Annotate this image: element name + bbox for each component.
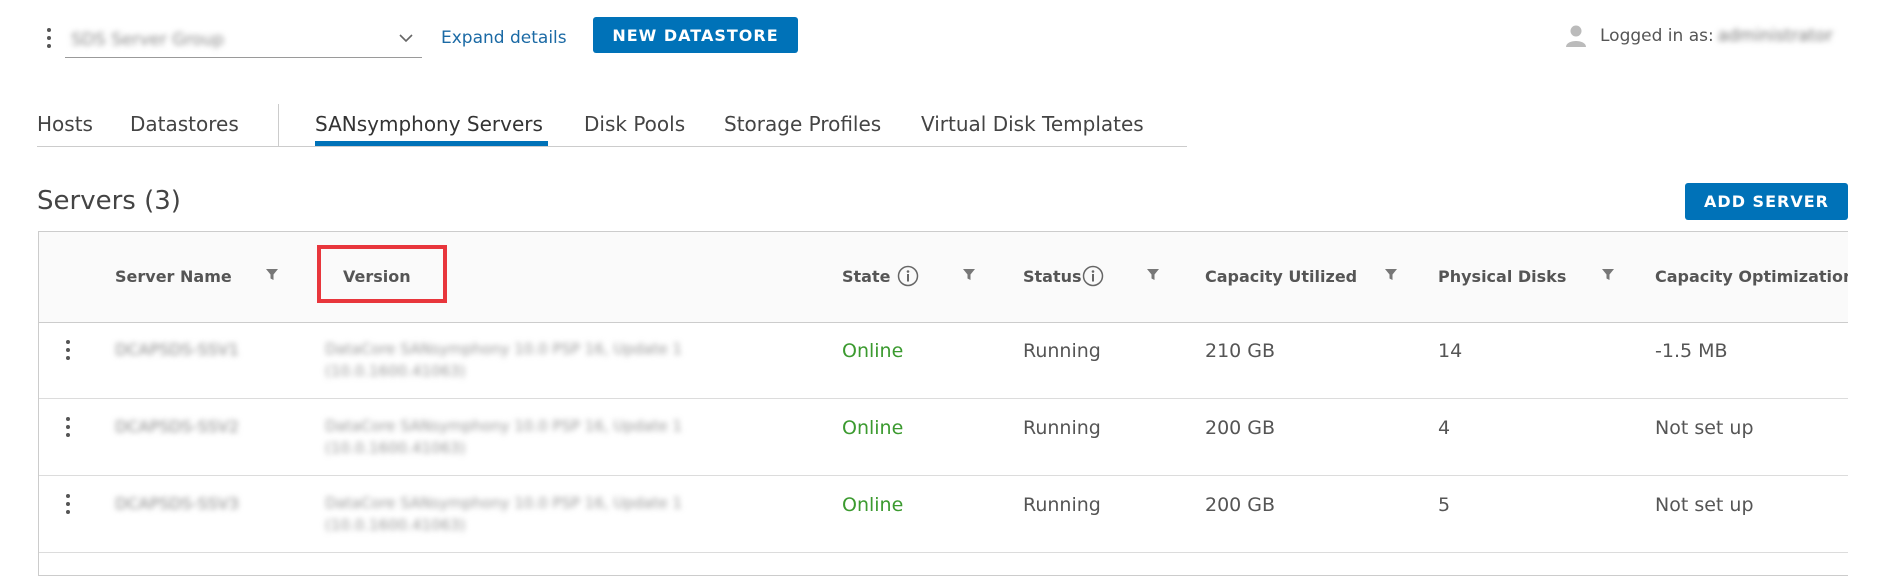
cell-version-line1: DataCore SANsymphony 10.0 PSP 16, Update… <box>325 340 683 358</box>
cell-capacity-optimization: Not set up <box>1655 417 1754 439</box>
column-header-state[interactable]: State <box>842 267 890 286</box>
cell-physical-disks: 4 <box>1438 417 1451 439</box>
column-header-status[interactable]: Status <box>1023 267 1082 286</box>
logged-in-label: Logged in as: <box>1600 26 1714 46</box>
column-header-capacity-optimization[interactable]: Capacity Optimization <box>1655 267 1848 286</box>
row-actions-kebab-icon[interactable] <box>65 340 71 360</box>
row-actions-kebab-icon[interactable] <box>65 494 71 514</box>
tab-disk-pools[interactable]: Disk Pools <box>584 112 685 136</box>
cell-capacity-utilized: 200 GB <box>1205 494 1276 516</box>
cell-status: Running <box>1023 417 1101 439</box>
cell-physical-disks: 5 <box>1438 494 1451 516</box>
active-tab-indicator <box>315 141 548 146</box>
cell-state: Online <box>842 417 904 439</box>
cell-capacity-utilized: 210 GB <box>1205 340 1276 362</box>
tab-sansymphony-servers[interactable]: SANsymphony Servers <box>315 112 543 136</box>
cell-capacity-utilized: 200 GB <box>1205 417 1276 439</box>
cell-status: Running <box>1023 340 1101 362</box>
tab-virtual-disk-templates[interactable]: Virtual Disk Templates <box>921 112 1144 136</box>
row-actions-kebab-icon[interactable] <box>65 417 71 437</box>
cell-status: Running <box>1023 494 1101 516</box>
cell-version-line2: (10.0.1600.41063) <box>325 516 466 534</box>
cell-server-name: DCAPSDS-SSV2 <box>115 417 239 436</box>
column-header-physical-disks[interactable]: Physical Disks <box>1438 267 1566 286</box>
chevron-down-icon <box>399 34 413 43</box>
filter-icon[interactable] <box>1146 268 1160 282</box>
filter-icon[interactable] <box>1384 268 1398 282</box>
cell-capacity-optimization: -1.5 MB <box>1655 340 1728 362</box>
add-server-button[interactable]: ADD SERVER <box>1685 183 1848 220</box>
servers-grid: Server Name Version State Status Capacit… <box>38 231 1848 576</box>
tab-group-separator <box>278 104 279 146</box>
cell-server-name: DCAPSDS-SSV1 <box>115 340 239 359</box>
info-icon[interactable] <box>1082 265 1104 287</box>
cell-version-line1: DataCore SANsymphony 10.0 PSP 16, Update… <box>325 494 683 512</box>
info-icon[interactable] <box>897 265 919 287</box>
version-highlight-box <box>317 245 447 303</box>
cell-version-line1: DataCore SANsymphony 10.0 PSP 16, Update… <box>325 417 683 435</box>
expand-details-link[interactable]: Expand details <box>441 28 567 48</box>
column-header-server-name[interactable]: Server Name <box>115 267 232 286</box>
group-menu-kebab-icon[interactable] <box>46 28 52 48</box>
cell-state: Online <box>842 340 904 362</box>
grid-header: Server Name Version State Status Capacit… <box>39 232 1848 323</box>
tab-hosts[interactable]: Hosts <box>37 112 93 136</box>
filter-icon[interactable] <box>962 268 976 282</box>
cell-server-name: DCAPSDS-SSV3 <box>115 494 239 513</box>
new-datastore-button[interactable]: NEW DATASTORE <box>593 17 798 53</box>
tab-storage-profiles[interactable]: Storage Profiles <box>724 112 881 136</box>
table-row[interactable]: DCAPSDS-SSV2 DataCore SANsymphony 10.0 P… <box>39 399 1848 476</box>
logged-in-user: administrator <box>1717 26 1833 46</box>
tabs-divider <box>37 146 1187 147</box>
logged-in-status: Logged in as: administrator <box>1600 26 1833 46</box>
server-group-select[interactable]: SDS Server Group <box>65 22 422 58</box>
cell-state: Online <box>842 494 904 516</box>
servers-title: Servers (3) <box>37 186 181 216</box>
table-row[interactable]: DCAPSDS-SSV3 DataCore SANsymphony 10.0 P… <box>39 476 1848 553</box>
cell-version-line2: (10.0.1600.41063) <box>325 362 466 380</box>
cell-physical-disks: 14 <box>1438 340 1463 362</box>
tab-datastores[interactable]: Datastores <box>130 112 239 136</box>
cell-capacity-optimization: Not set up <box>1655 494 1754 516</box>
table-row[interactable]: DCAPSDS-SSV1 DataCore SANsymphony 10.0 P… <box>39 322 1848 399</box>
cell-version-line2: (10.0.1600.41063) <box>325 439 466 457</box>
server-group-value: SDS Server Group <box>71 30 224 50</box>
user-icon <box>1566 25 1586 47</box>
filter-icon[interactable] <box>265 268 279 282</box>
filter-icon[interactable] <box>1601 268 1615 282</box>
column-header-capacity-utilized[interactable]: Capacity Utilized <box>1205 267 1357 286</box>
